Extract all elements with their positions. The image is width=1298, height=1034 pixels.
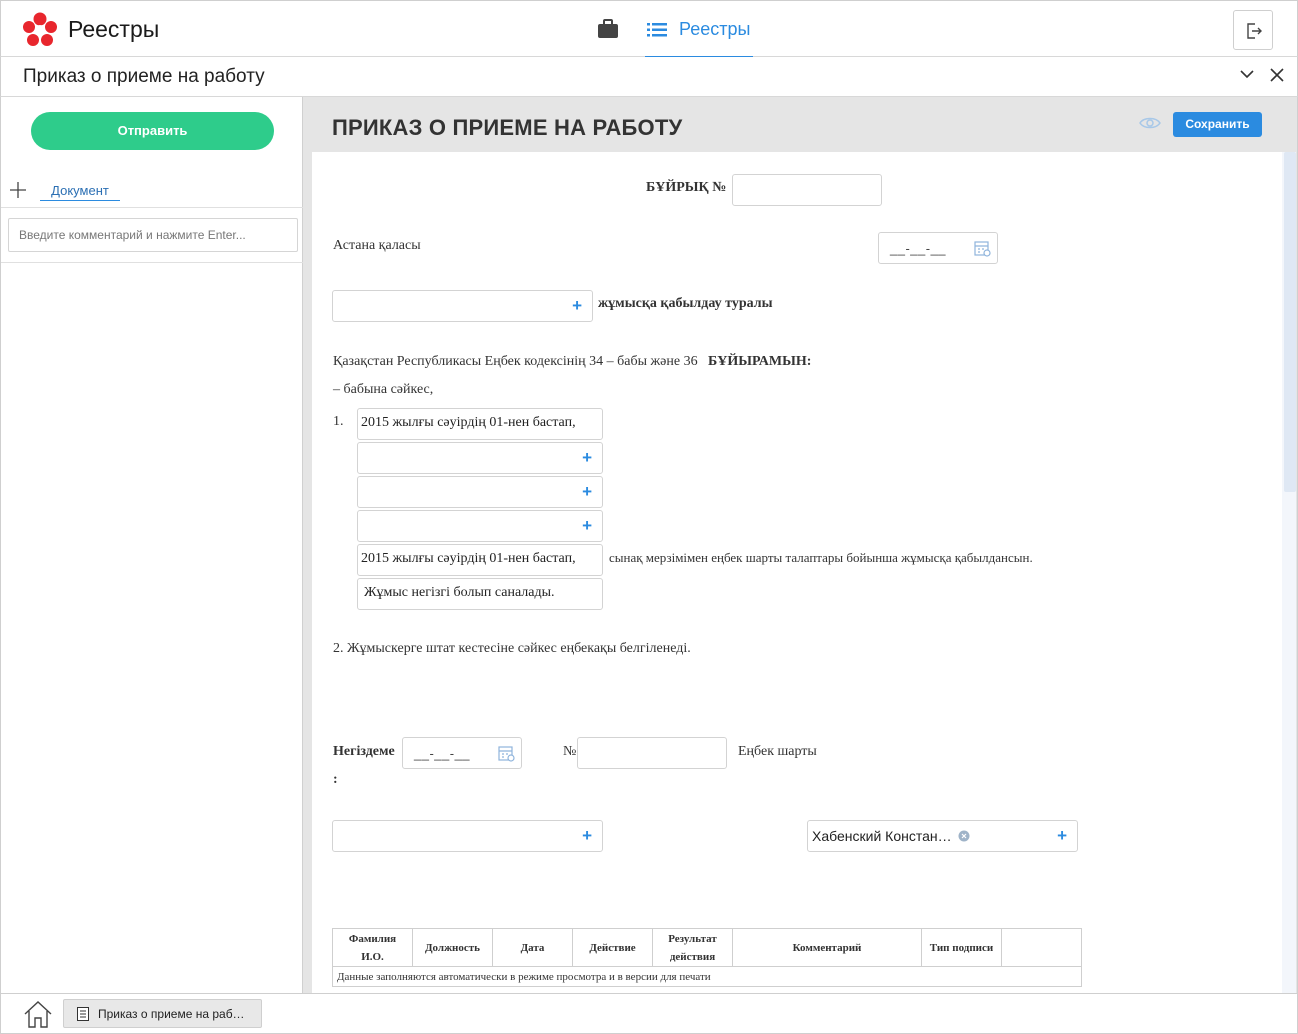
col-result: Результат действия <box>652 928 733 967</box>
plus-icon[interactable]: + <box>582 827 592 844</box>
order-date-input[interactable]: __-__-__ <box>878 232 998 264</box>
item-2-text: 2. Жұмыскерге штат кестесіне сәйкес еңбе… <box>333 641 691 656</box>
item-1-number: 1. <box>333 414 344 429</box>
col-position: Должность <box>412 928 493 967</box>
comment-input[interactable] <box>8 218 298 252</box>
signature-table: Фамилия И.О. Должность Дата Действие Рез… <box>332 928 1082 987</box>
probation-select[interactable]: + <box>357 510 603 542</box>
employment-type-field[interactable]: Жұмыс негізгі болып саналады. <box>357 578 603 610</box>
chevron-down-icon[interactable] <box>1240 69 1254 79</box>
document-area: ПРИКАЗ О ПРИЕМЕ НА РАБОТУ Сохранить БҰЙР… <box>303 97 1298 993</box>
city-label: Астана қаласы <box>333 238 421 253</box>
top-header: Реестры Реестры <box>0 0 1298 58</box>
order-number-label: БҰЙРЫҚ № <box>646 180 727 195</box>
col-name: Фамилия И.О. <box>332 928 413 967</box>
table-header-row: Фамилия И.О. Должность Дата Действие Рез… <box>332 928 1082 967</box>
app-title: Реестры <box>68 16 160 42</box>
app-logo-icon <box>23 12 57 46</box>
plus-icon[interactable]: + <box>582 483 592 500</box>
plus-icon[interactable]: + <box>572 297 582 314</box>
basis-date-input[interactable]: __-__-__ <box>402 737 522 769</box>
department-select[interactable]: + <box>357 442 603 474</box>
col-comment: Комментарий <box>732 928 922 967</box>
employee-select[interactable]: + <box>332 290 593 322</box>
send-button[interactable]: Отправить <box>31 112 274 150</box>
eye-icon[interactable] <box>1139 116 1161 130</box>
start-date-field-2[interactable]: 2015 жылғы сәуірдің 01-нен бастап, <box>357 544 603 576</box>
plus-icon[interactable]: + <box>582 517 592 534</box>
col-action: Действие <box>572 928 653 967</box>
plus-icon[interactable]: + <box>1057 827 1067 844</box>
plus-icon[interactable]: + <box>582 449 592 466</box>
law-text-2: – бабына сәйкес, <box>333 382 434 397</box>
taskbar: Приказ о приеме на раб… <box>0 993 1298 1034</box>
start-date-field[interactable]: 2015 жылғы сәуірдің 01-нен бастап, <box>357 408 603 440</box>
taskbar-item-document[interactable]: Приказ о приеме на раб… <box>63 999 262 1028</box>
divider <box>1 207 303 208</box>
employment-type-value: Жұмыс негізгі болып саналады. <box>364 585 555 600</box>
signer-select[interactable]: Хабенский Констан… + <box>807 820 1078 852</box>
date-placeholder: __-__-__ <box>414 746 471 761</box>
remove-tag-icon[interactable] <box>958 830 970 842</box>
document-icon <box>77 1007 89 1021</box>
order-number-input[interactable] <box>732 174 882 206</box>
save-button[interactable]: Сохранить <box>1173 112 1262 137</box>
divider <box>1 262 303 263</box>
list-icon <box>647 23 667 37</box>
document-heading: ПРИКАЗ О ПРИЕМЕ НА РАБОТУ <box>332 115 683 140</box>
close-icon[interactable] <box>1270 68 1284 82</box>
scrollbar-thumb[interactable] <box>1284 152 1296 492</box>
home-icon[interactable] <box>23 1000 53 1028</box>
probation-text: сынақ мерзімімен еңбек шарты талаптары б… <box>609 550 1033 565</box>
calendar-icon[interactable] <box>498 745 515 762</box>
hiring-label: жұмысқа қабылдау туралы <box>598 296 773 311</box>
tab-document[interactable]: Документ <box>40 183 120 201</box>
document-window-header: Приказ о приеме на работу <box>0 57 1298 97</box>
start-date-value: 2015 жылғы сәуірдің 01-нен бастап, <box>361 415 576 430</box>
date-placeholder: __-__-__ <box>890 241 947 256</box>
table-row: Данные заполняются автоматически в режим… <box>332 966 1082 987</box>
start-date-value-2: 2015 жылғы сәуірдің 01-нен бастап, <box>361 551 576 566</box>
calendar-icon[interactable] <box>974 240 991 257</box>
director-select[interactable]: + <box>332 820 603 852</box>
order-word: БҰЙЫРАМЫН: <box>708 354 812 369</box>
basis-colon: : <box>333 772 338 787</box>
briefcase-icon[interactable] <box>597 19 619 39</box>
taskbar-item-label: Приказ о приеме на раб… <box>98 1007 245 1021</box>
logout-button[interactable] <box>1233 10 1273 50</box>
col-sign-type: Тип подписи <box>921 928 1002 967</box>
col-date: Дата <box>492 928 573 967</box>
table-note: Данные заполняются автоматически в режим… <box>332 966 1082 987</box>
left-panel: Отправить Документ <box>0 97 303 993</box>
contract-number-input[interactable] <box>577 737 727 769</box>
window-title: Приказ о приеме на работу <box>23 66 265 87</box>
law-text: Қазақстан Республикасы Еңбек кодексінің … <box>333 354 698 369</box>
number-sign: № <box>563 744 577 759</box>
document-form: БҰЙРЫҚ № Астана қаласы __-__-__ + жұмысқ… <box>312 152 1282 993</box>
contract-label: Еңбек шарты <box>738 744 817 759</box>
tab-registries-label: Реестры <box>679 19 751 39</box>
add-icon[interactable] <box>9 181 27 199</box>
position-select[interactable]: + <box>357 476 603 508</box>
col-extra <box>1001 928 1082 967</box>
logout-icon <box>1247 23 1262 39</box>
signer-name: Хабенский Констан… <box>812 828 952 844</box>
basis-label: Негiздеме <box>333 744 395 759</box>
tab-registries[interactable]: Реестры <box>645 1 753 58</box>
